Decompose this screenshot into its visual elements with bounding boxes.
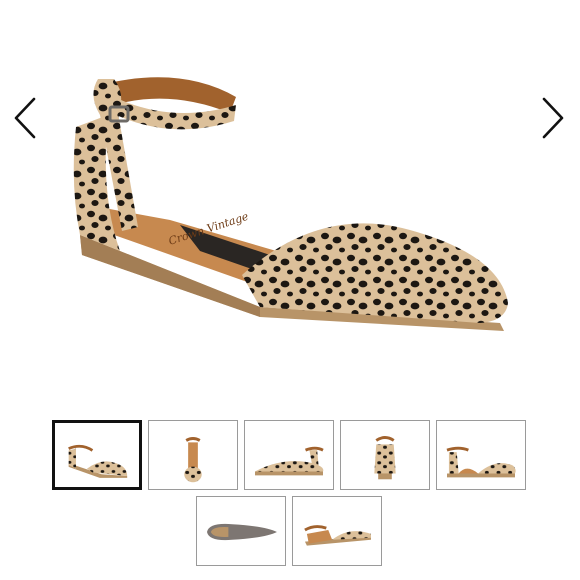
- thumbnail-back[interactable]: [340, 420, 430, 490]
- thumbnail-inner-side[interactable]: [436, 420, 526, 490]
- chevron-right-icon[interactable]: [536, 95, 570, 141]
- thumbnail-side[interactable]: [244, 420, 334, 490]
- chevron-left-icon[interactable]: [8, 95, 42, 141]
- thumbnail-sole[interactable]: [196, 496, 286, 566]
- main-product-image: Crown Vintage: [60, 55, 530, 385]
- product-gallery: Crown Vintage: [0, 0, 580, 580]
- thumbnail-top-angle[interactable]: [292, 496, 382, 566]
- thumbnail-side-angle[interactable]: [52, 420, 142, 490]
- thumbnail-front[interactable]: [148, 420, 238, 490]
